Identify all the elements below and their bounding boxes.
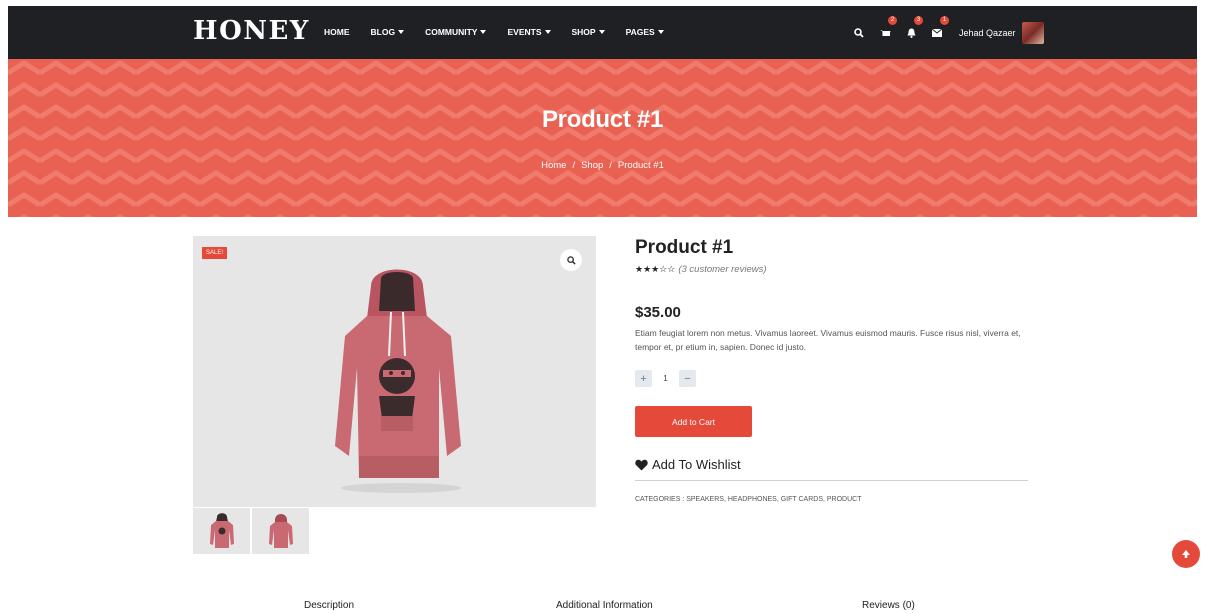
sale-badge: SALE! bbox=[202, 247, 228, 259]
divider bbox=[635, 480, 1028, 481]
main-menu: HOME BLOG COMMUNITY EVENTS SHOP PAGES bbox=[324, 27, 685, 37]
qty-decrease-button[interactable]: − bbox=[679, 370, 696, 387]
user-actions: 2 3 1 Jehad Qazaer bbox=[851, 16, 1044, 46]
breadcrumb-separator: / bbox=[572, 160, 576, 171]
page-title: Product #1 bbox=[541, 106, 664, 133]
wishlist-label: Add To Wishlist bbox=[652, 457, 741, 472]
nav-item-home[interactable]: HOME bbox=[324, 27, 350, 37]
breadcrumb-home-link[interactable]: Home bbox=[541, 160, 566, 171]
product-rating: ★★★☆☆ (3 customer reviews) bbox=[635, 264, 767, 275]
page-hero: Product #1 Home / Shop / Product #1 bbox=[8, 59, 1197, 217]
nav-item-pages[interactable]: PAGES bbox=[626, 27, 664, 37]
caret-down-icon bbox=[398, 30, 405, 34]
hoodie-thumbnail-icon bbox=[209, 513, 234, 548]
notification-count-badge: 3 bbox=[914, 16, 923, 25]
arrow-up-icon bbox=[1182, 550, 1190, 558]
magnifier-icon bbox=[566, 255, 576, 265]
zoom-button[interactable] bbox=[560, 249, 582, 271]
hoodie-image bbox=[335, 269, 461, 493]
reviews-link[interactable]: (3 customer reviews) bbox=[678, 264, 766, 275]
nav-item-blog[interactable]: BLOG bbox=[371, 27, 405, 37]
tab-additional-information[interactable]: Additional Information bbox=[556, 600, 653, 611]
product-thumbnails bbox=[193, 508, 309, 554]
product-categories: CATEGORIES : SPEAKERS, HEADPHONES, GIFT … bbox=[635, 496, 862, 503]
caret-down-icon bbox=[480, 30, 487, 34]
breadcrumb-current: Product #1 bbox=[617, 160, 664, 171]
breadcrumb-shop-link[interactable]: Shop bbox=[581, 160, 603, 171]
search-icon[interactable] bbox=[851, 25, 867, 41]
site-logo[interactable]: HONEY bbox=[193, 16, 310, 46]
add-to-cart-button[interactable]: Add to Cart bbox=[635, 406, 752, 437]
top-navbar: HONEY HOME BLOG COMMUNITY EVENTS SHOP PA… bbox=[8, 6, 1197, 59]
envelope-icon[interactable]: 1 bbox=[929, 16, 949, 41]
tab-reviews[interactable]: Reviews (0) bbox=[862, 600, 915, 611]
avatar[interactable] bbox=[1021, 22, 1044, 44]
caret-down-icon bbox=[657, 30, 664, 34]
cart-icon[interactable]: 2 bbox=[877, 16, 897, 41]
quantity-stepper: + 1 − bbox=[635, 370, 696, 387]
bell-icon[interactable]: 3 bbox=[903, 16, 923, 41]
caret-down-icon bbox=[544, 30, 551, 34]
qty-increase-button[interactable]: + bbox=[635, 370, 652, 387]
cart-count-badge: 2 bbox=[888, 16, 897, 25]
caret-down-icon bbox=[598, 30, 605, 34]
nav-item-community[interactable]: COMMUNITY bbox=[425, 27, 487, 37]
thumbnail-front[interactable] bbox=[193, 508, 250, 554]
scroll-to-top-button[interactable] bbox=[1172, 540, 1200, 568]
product-price: $35.00 bbox=[635, 304, 681, 321]
chevron-pattern bbox=[8, 59, 1197, 217]
breadcrumb-separator: / bbox=[609, 160, 612, 171]
nav-item-shop[interactable]: SHOP bbox=[572, 27, 605, 37]
breadcrumb: Home / Shop / Product #1 bbox=[8, 160, 1197, 171]
thumbnail-back[interactable] bbox=[252, 508, 309, 554]
product-title: Product #1 bbox=[635, 237, 734, 258]
product-description: Etiam feugiat lorem non metus. Vivamus l… bbox=[635, 328, 1021, 352]
tab-description[interactable]: Description bbox=[304, 600, 354, 611]
product-main-image[interactable]: SALE! bbox=[193, 236, 596, 507]
add-to-wishlist-link[interactable]: Add To Wishlist bbox=[635, 457, 741, 472]
user-name[interactable]: Jehad Qazaer bbox=[959, 28, 1016, 38]
heart-icon bbox=[635, 459, 648, 470]
quantity-input[interactable]: 1 bbox=[652, 374, 679, 383]
message-count-badge: 1 bbox=[940, 16, 949, 25]
hoodie-thumbnail-icon bbox=[268, 514, 293, 548]
star-rating-icon: ★★★☆☆ bbox=[635, 264, 676, 274]
nav-item-events[interactable]: EVENTS bbox=[507, 27, 551, 37]
